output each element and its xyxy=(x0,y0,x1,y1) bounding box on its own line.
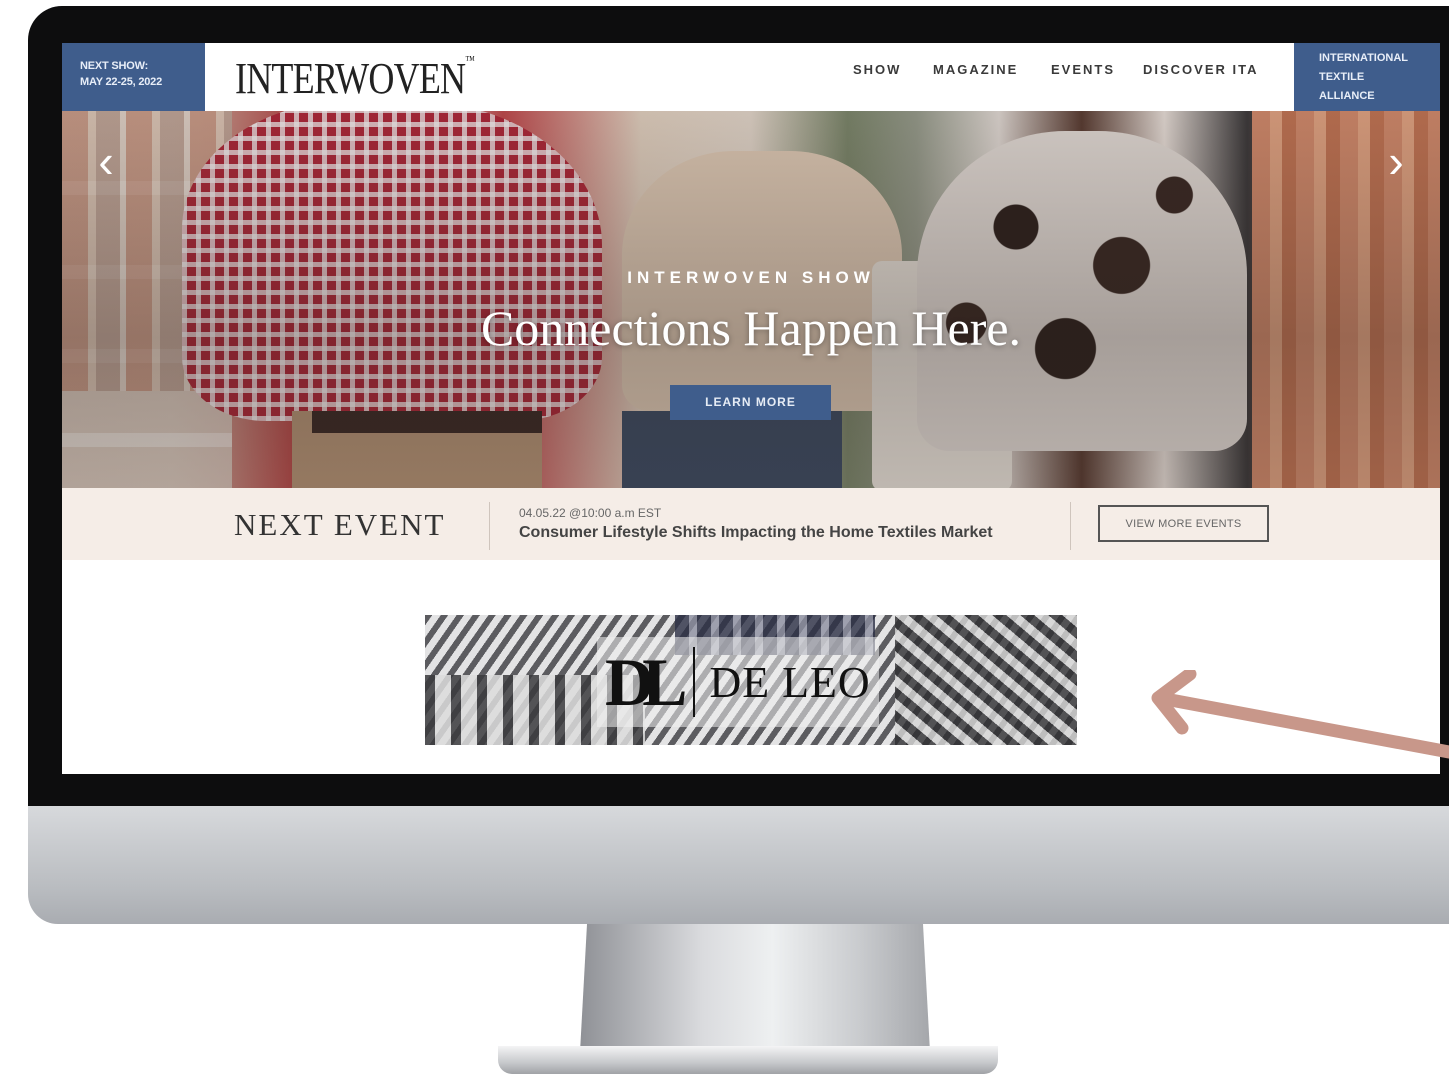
monitor-stand-neck xyxy=(580,924,930,1052)
event-title-link[interactable]: Consumer Lifestyle Shifts Impacting the … xyxy=(519,524,993,542)
deleo-ad-banner[interactable]: DL DE LEO xyxy=(425,615,1077,745)
annotation-arrow-icon xyxy=(1151,670,1449,759)
nav-magazine[interactable]: MAGAZINE xyxy=(933,62,1018,77)
ita-badge[interactable]: INTERNATIONAL TEXTILE ALLIANCE xyxy=(1294,43,1440,111)
hero-eyebrow: INTERWOVEN SHOW xyxy=(627,268,875,287)
logo-text: INTERWOVEN xyxy=(235,54,466,103)
deleo-logo: DL DE LEO xyxy=(597,637,879,727)
event-date: 04.05.22 @10:00 a.m EST xyxy=(519,506,662,520)
view-more-events-button[interactable]: VIEW MORE EVENTS xyxy=(1098,505,1269,542)
nav-discover-ita[interactable]: DISCOVER ITA xyxy=(1143,62,1259,77)
ad-fabric-texture xyxy=(895,615,1077,745)
logo-divider xyxy=(693,647,696,717)
monitor-chin xyxy=(28,806,1449,924)
hero-carousel: INTERWOVEN SHOW Connections Happen Here.… xyxy=(62,111,1440,488)
nav-events[interactable]: EVENTS xyxy=(1051,62,1115,77)
deleo-monogram: DL xyxy=(605,643,688,720)
deleo-wordmark: DE LEO xyxy=(709,657,871,707)
carousel-next-icon[interactable]: › xyxy=(1376,138,1416,184)
next-event-heading: NEXT EVENT xyxy=(234,507,446,542)
next-show-label: NEXT SHOW: xyxy=(80,60,149,72)
monitor-stand-base xyxy=(498,1046,998,1074)
next-show-badge[interactable]: NEXT SHOW: MAY 22-25, 2022 xyxy=(62,43,205,111)
nav-show[interactable]: SHOW xyxy=(853,62,901,77)
monitor-mockup: NEXT SHOW: MAY 22-25, 2022 INTERWOVEN™ S… xyxy=(0,0,1449,1081)
site-logo[interactable]: INTERWOVEN™ xyxy=(235,53,475,104)
trademark-mark: ™ xyxy=(465,53,475,67)
next-event-bar: NEXT EVENT 04.05.22 @10:00 a.m EST Consu… xyxy=(62,488,1440,560)
site-header: NEXT SHOW: MAY 22-25, 2022 INTERWOVEN™ S… xyxy=(62,43,1440,111)
ita-line-1: INTERNATIONAL xyxy=(1319,52,1409,64)
ita-line-2: TEXTILE xyxy=(1319,71,1365,83)
next-show-dates: MAY 22-25, 2022 xyxy=(80,76,163,88)
carousel-prev-icon[interactable]: ‹ xyxy=(86,138,126,184)
website-screen: NEXT SHOW: MAY 22-25, 2022 INTERWOVEN™ S… xyxy=(62,43,1440,774)
divider xyxy=(1070,502,1071,550)
hero-title: Connections Happen Here. xyxy=(480,300,1022,356)
divider xyxy=(489,502,490,550)
learn-more-button[interactable]: LEARN MORE xyxy=(670,385,831,420)
ita-line-3: ALLIANCE xyxy=(1319,90,1375,102)
